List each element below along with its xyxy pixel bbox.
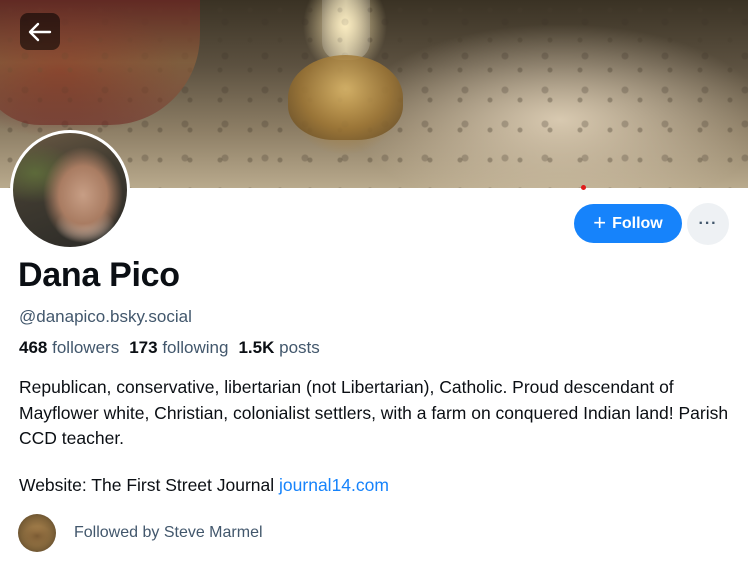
followed-by-text: Followed by Steve Marmel bbox=[74, 524, 263, 541]
profile-stats: 468 followers 173 following 1.5K posts bbox=[19, 338, 320, 358]
more-options-icon: ··· bbox=[698, 215, 718, 232]
followers-count: 468 bbox=[19, 338, 48, 357]
posts-count: 1.5K bbox=[238, 338, 275, 357]
website-link[interactable]: journal14.com bbox=[279, 475, 389, 495]
display-name: Dana Pico bbox=[18, 256, 180, 294]
following-stat[interactable]: 173 following bbox=[129, 338, 228, 358]
website-line: Website: The First Street Journal journa… bbox=[19, 475, 389, 496]
follower-avatar bbox=[18, 514, 56, 552]
posts-label: posts bbox=[279, 338, 320, 357]
follow-button[interactable]: + Follow bbox=[574, 204, 682, 243]
followed-by-row[interactable]: Followed by Steve Marmel bbox=[18, 514, 263, 552]
website-prefix: Website: The First Street Journal bbox=[19, 475, 275, 495]
following-label: following bbox=[162, 338, 229, 357]
posts-stat: 1.5K posts bbox=[238, 338, 319, 358]
arrow-left-icon bbox=[28, 22, 52, 41]
following-count: 173 bbox=[129, 338, 158, 357]
back-button[interactable] bbox=[20, 13, 60, 50]
banner-lamp bbox=[288, 55, 403, 140]
followers-label: followers bbox=[52, 338, 120, 357]
profile-bio: Republican, conservative, libertarian (n… bbox=[19, 377, 729, 448]
followers-stat[interactable]: 468 followers bbox=[19, 338, 119, 358]
notification-dot bbox=[581, 185, 586, 190]
more-options-button[interactable]: ··· bbox=[687, 203, 729, 245]
plus-icon: + bbox=[593, 209, 607, 235]
follow-button-label: Follow bbox=[612, 214, 663, 232]
profile-avatar[interactable] bbox=[10, 130, 130, 250]
profile-handle: @danapico.bsky.social bbox=[19, 307, 192, 326]
banner-lamp-chimney bbox=[322, 0, 370, 60]
